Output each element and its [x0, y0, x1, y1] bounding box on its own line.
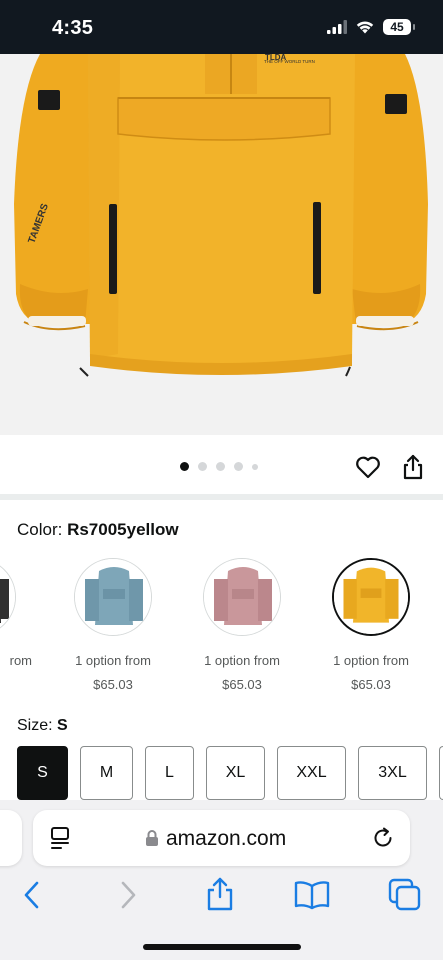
swatch-yellow-price: $65.03	[351, 677, 391, 692]
swatch-yellow-image	[332, 558, 410, 636]
forward-icon[interactable]	[116, 880, 140, 910]
size-option-3xl[interactable]: 3XL	[358, 746, 427, 800]
chest-print-small: THE OFF WORLD TURN	[264, 59, 315, 64]
pagination-dot-2[interactable]	[198, 462, 207, 471]
swatch-yellow[interactable]: 1 option from $65.03	[306, 556, 436, 692]
gallery-controls	[0, 435, 443, 497]
swatch-black-label: rom	[9, 653, 32, 668]
reader-icon[interactable]	[49, 826, 71, 850]
wifi-icon	[356, 21, 374, 34]
pagination-dot-5[interactable]	[252, 463, 258, 470]
swatch-pink-label: 1 option from	[204, 653, 280, 668]
url-text[interactable]: amazon.com	[166, 827, 286, 851]
swatch-blue-label: 1 option from	[75, 653, 151, 668]
size-selected-value: S	[57, 717, 68, 734]
size-options: S M L XL XXL 3XL	[17, 746, 443, 800]
reload-icon[interactable]	[371, 826, 395, 850]
size-option-next-partial[interactable]	[439, 746, 443, 800]
pagination-dot-4[interactable]	[234, 462, 243, 471]
swatch-blue-price: $65.03	[93, 677, 133, 692]
back-icon[interactable]	[20, 880, 44, 910]
home-indicator[interactable]	[143, 944, 301, 950]
lock-icon	[146, 830, 158, 846]
size-option-m[interactable]: M	[80, 746, 133, 800]
color-swatches: rom $ 1 option from $65.03 1 option from…	[0, 556, 443, 701]
image-pagination[interactable]	[180, 462, 258, 471]
bookmarks-icon[interactable]	[294, 880, 330, 910]
swatch-blue[interactable]: 1 option from $65.03	[48, 556, 178, 692]
swatch-pink[interactable]: 1 option from $65.03	[177, 556, 307, 692]
heart-icon[interactable]	[354, 453, 382, 481]
jacket-illustration: TLDA THE OFF WORLD TURN TAMERS	[0, 54, 443, 435]
swatch-yellow-label: 1 option from	[333, 653, 409, 668]
share-icon[interactable]	[399, 453, 427, 481]
signal-icon	[327, 20, 347, 34]
size-option-xl[interactable]: XL	[206, 746, 265, 800]
swatch-black[interactable]: rom $	[0, 556, 42, 692]
status-time: 4:35	[52, 17, 94, 39]
color-selected-value: Rs7005yellow	[67, 520, 179, 539]
swatch-pink-price: $65.03	[222, 677, 262, 692]
status-bar: 4:35 45	[0, 0, 443, 54]
color-label-text: Color:	[17, 520, 68, 539]
swatch-pink-image	[203, 558, 281, 636]
size-option-s[interactable]: S	[17, 746, 68, 800]
pagination-dot-1[interactable]	[180, 462, 189, 471]
size-label: Size: S	[17, 717, 68, 735]
browser-toolbar: amazon.com	[0, 800, 443, 960]
section-divider	[0, 494, 443, 500]
previous-tab-preview[interactable]	[0, 810, 22, 866]
screen: 4:35 45 TLDA THE OFF WORLD TURN TAMERS C…	[0, 0, 443, 960]
battery-level: 45	[390, 20, 404, 34]
pagination-dot-3[interactable]	[216, 462, 225, 471]
tabs-icon[interactable]	[388, 878, 422, 912]
battery-icon: 45	[383, 19, 415, 35]
swatch-black-image	[0, 558, 16, 636]
size-option-xxl[interactable]: XXL	[277, 746, 346, 800]
size-option-l[interactable]: L	[145, 746, 194, 800]
address-bar[interactable]: amazon.com	[33, 810, 410, 866]
size-label-text: Size:	[17, 717, 58, 734]
product-image[interactable]: TLDA THE OFF WORLD TURN TAMERS	[0, 54, 443, 435]
share-sheet-icon[interactable]	[204, 876, 236, 912]
status-icons: 45	[327, 19, 415, 35]
color-label: Color: Rs7005yellow	[17, 520, 179, 540]
swatch-blue-image	[74, 558, 152, 636]
